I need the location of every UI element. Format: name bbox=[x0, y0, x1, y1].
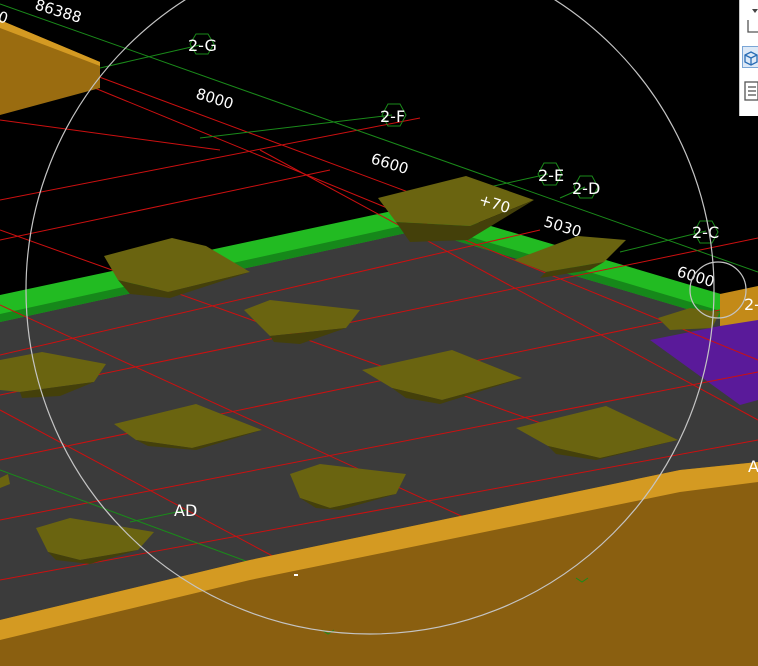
navigation-toolbar bbox=[739, 0, 758, 116]
view-cube-icon[interactable] bbox=[742, 18, 758, 38]
3d-box-icon[interactable] bbox=[742, 46, 758, 68]
grid-label-2d: 2-D bbox=[572, 179, 600, 198]
tick-marker bbox=[294, 574, 298, 576]
grid-label-2f: 2-F bbox=[380, 107, 405, 126]
grid-label-ad: AD bbox=[174, 501, 197, 520]
3d-model-viewport[interactable]: 2-G 2-F 2-E 2-D 2-C 2- AD A 86388 8000 6… bbox=[0, 0, 758, 666]
grid-label-2e: 2-E bbox=[538, 166, 564, 185]
grid-label-2-partial: 2- bbox=[744, 295, 758, 314]
grid-label-a: A bbox=[748, 457, 758, 476]
grid-label-2c: 2-C bbox=[692, 223, 719, 242]
properties-list-icon[interactable] bbox=[742, 80, 758, 101]
grid-label-2g: 2-G bbox=[188, 36, 217, 55]
